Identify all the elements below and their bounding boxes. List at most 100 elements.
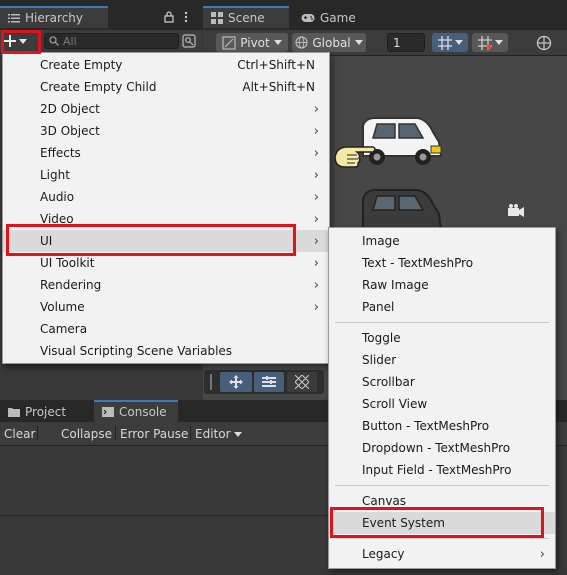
pointing-hand-sprite xyxy=(333,139,377,173)
menu-item-input-field-textmeshpro[interactable]: Input Field - TextMeshPro xyxy=(329,459,555,481)
pivot-dropdown[interactable]: Pivot xyxy=(216,33,288,52)
lock-icon[interactable] xyxy=(164,11,174,23)
tab-project[interactable]: Project xyxy=(0,402,92,422)
ui-submenu: Image Text - TextMeshPro Raw Image Panel… xyxy=(328,227,556,569)
move-tool-button[interactable] xyxy=(220,372,252,392)
globe-icon xyxy=(295,36,308,49)
folder-icon xyxy=(8,407,20,417)
menu-item-effects[interactable]: Effects › xyxy=(3,142,329,164)
gizmo-globe-icon[interactable] xyxy=(536,35,552,51)
grid-tool-button[interactable] xyxy=(287,372,317,392)
submenu-arrow-icon: › xyxy=(313,145,319,161)
menu-item-volume[interactable]: Volume › xyxy=(3,296,329,318)
console-editor-dropdown[interactable]: Editor xyxy=(195,424,242,444)
submenu-arrow-icon: › xyxy=(313,167,319,183)
menu-item-button-textmeshpro[interactable]: Button - TextMeshPro xyxy=(329,415,555,437)
menu-item-2d-object[interactable]: 2D Object › xyxy=(3,98,329,120)
overlay-grip-icon[interactable] xyxy=(209,374,213,390)
menu-item-canvas[interactable]: Canvas xyxy=(329,490,555,512)
toolbar-divider xyxy=(115,426,116,440)
pivot-icon xyxy=(222,35,236,50)
tab-scene[interactable]: Scene xyxy=(203,6,289,28)
create-button[interactable] xyxy=(4,32,34,50)
move-tool-icon xyxy=(229,375,243,389)
tab-game[interactable]: Game xyxy=(297,8,367,28)
menu-item-light[interactable]: Light › xyxy=(3,164,329,186)
shortcut-label: Alt+Shift+N xyxy=(242,80,315,94)
submenu-arrow-icon: › xyxy=(313,255,319,271)
console-divider xyxy=(0,515,330,516)
gamepad-icon xyxy=(301,13,315,23)
shortcut-label: Ctrl+Shift+N xyxy=(237,58,315,72)
menu-item-legacy[interactable]: Legacy › xyxy=(329,543,555,565)
list-icon xyxy=(8,13,20,23)
menu-item-create-empty[interactable]: Create Empty Ctrl+Shift+N xyxy=(3,54,329,76)
tab-console[interactable]: Console xyxy=(94,400,178,422)
editor-label: Editor xyxy=(195,427,231,441)
console-clear-button[interactable]: Clear xyxy=(4,424,35,444)
menu-item-dropdown-textmeshpro[interactable]: Dropdown - TextMeshPro xyxy=(329,437,555,459)
tab-hierarchy[interactable]: Hierarchy xyxy=(0,6,108,28)
menu-separator xyxy=(335,322,549,323)
menu-item-visual-scripting-scene-variables[interactable]: Visual Scripting Scene Variables xyxy=(3,340,329,362)
create-menu: Create Empty Ctrl+Shift+N Create Empty C… xyxy=(2,52,330,364)
submenu-arrow-icon: › xyxy=(313,101,319,117)
submenu-arrow-icon: › xyxy=(539,546,545,562)
increment-snap-button[interactable] xyxy=(472,33,508,52)
submenu-arrow-icon: › xyxy=(313,233,319,249)
search-icon xyxy=(49,36,59,46)
snap-value-field[interactable]: 1 xyxy=(387,33,425,52)
menu-item-scroll-view[interactable]: Scroll View xyxy=(329,393,555,415)
menu-item-create-empty-child[interactable]: Create Empty Child Alt+Shift+N xyxy=(3,76,329,98)
menu-separator xyxy=(335,485,549,486)
grid-snap-button[interactable] xyxy=(432,33,468,52)
toolbar-divider xyxy=(37,426,38,440)
search-placeholder: All xyxy=(63,34,77,48)
menu-item-toggle[interactable]: Toggle xyxy=(329,327,555,349)
menu-item-camera[interactable]: Camera xyxy=(3,318,329,340)
menu-separator xyxy=(335,538,549,539)
submenu-arrow-icon: › xyxy=(313,211,319,227)
search-options-icon[interactable] xyxy=(182,34,196,48)
menu-item-panel[interactable]: Panel xyxy=(329,296,555,318)
hatch-grid-icon xyxy=(295,375,309,389)
tab-hierarchy-label: Hierarchy xyxy=(25,11,84,25)
menu-item-raw-image[interactable]: Raw Image xyxy=(329,274,555,296)
menu-item-event-system[interactable]: Event System xyxy=(329,512,555,534)
chevron-down-icon xyxy=(233,431,242,437)
submenu-arrow-icon: › xyxy=(313,189,319,205)
pivot-label: Pivot xyxy=(240,35,270,50)
menu-item-slider[interactable]: Slider xyxy=(329,349,555,371)
menu-item-scrollbar[interactable]: Scrollbar xyxy=(329,371,555,393)
menu-item-audio[interactable]: Audio › xyxy=(3,186,329,208)
console-collapse-button[interactable]: Collapse xyxy=(61,424,112,444)
menu-item-text-textmeshpro[interactable]: Text - TextMeshPro xyxy=(329,252,555,274)
grid-snap-icon xyxy=(437,35,452,50)
console-icon xyxy=(102,407,114,417)
increment-snap-icon xyxy=(477,35,492,50)
tab-game-label: Game xyxy=(320,11,356,25)
menu-item-ui[interactable]: UI › xyxy=(3,230,329,252)
toolbar-divider xyxy=(190,426,191,440)
global-dropdown[interactable]: Global xyxy=(292,33,366,52)
menu-item-rendering[interactable]: Rendering › xyxy=(3,274,329,296)
menu-item-image[interactable]: Image xyxy=(329,230,555,252)
dropdown-arrow-icon xyxy=(19,38,27,44)
tab-console-label: Console xyxy=(119,405,167,419)
camera-gizmo-icon[interactable] xyxy=(506,203,526,219)
console-error-pause-button[interactable]: Error Pause xyxy=(120,424,188,444)
rect-tool-icon xyxy=(262,376,276,388)
tab-project-label: Project xyxy=(25,405,67,419)
more-options-icon[interactable] xyxy=(184,11,188,23)
menu-item-ui-toolkit[interactable]: UI Toolkit › xyxy=(3,252,329,274)
rect-tool-button[interactable] xyxy=(254,372,284,392)
dark-van-sprite[interactable] xyxy=(357,186,445,232)
tab-scene-label: Scene xyxy=(228,11,265,25)
scene-grid-icon xyxy=(211,12,223,24)
menu-item-video[interactable]: Video › xyxy=(3,208,329,230)
chevron-down-icon xyxy=(454,40,463,45)
hierarchy-search-field[interactable]: All xyxy=(44,33,179,49)
menu-item-3d-object[interactable]: 3D Object › xyxy=(3,120,329,142)
submenu-arrow-icon: › xyxy=(313,299,319,315)
chevron-down-icon xyxy=(494,40,503,45)
